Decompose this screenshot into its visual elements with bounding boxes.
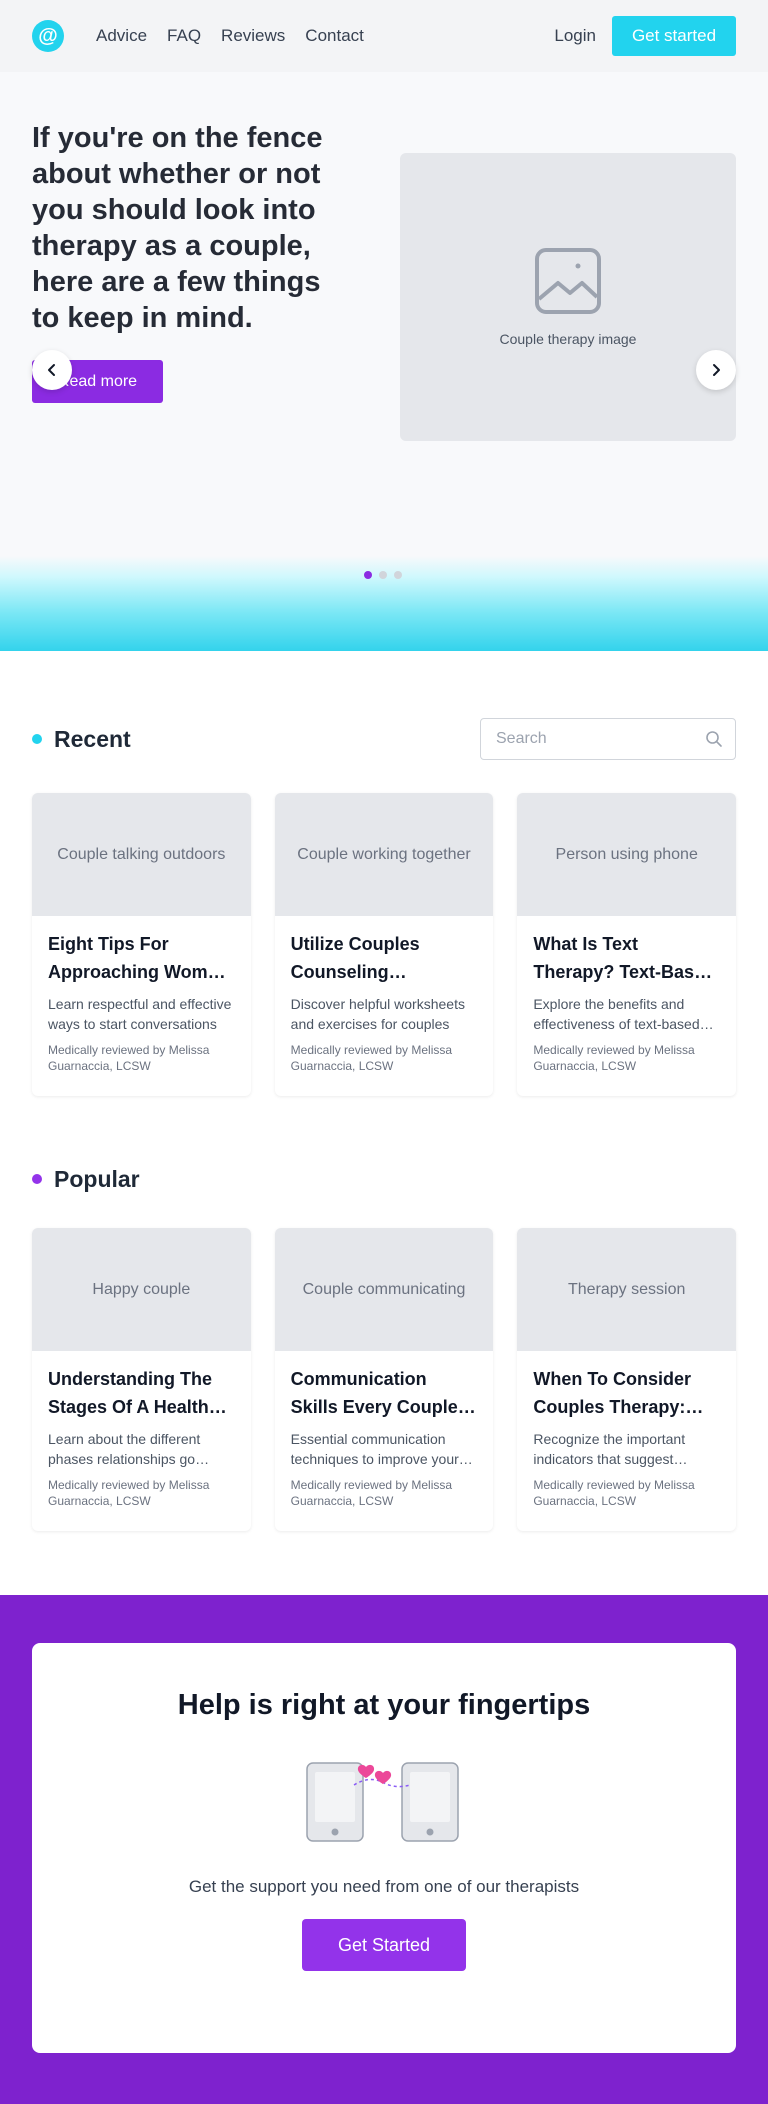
card-description: Learn respectful and effective ways to s… xyxy=(48,996,232,1032)
card-image-placeholder: Person using phone xyxy=(517,793,737,916)
article-card[interactable]: Person using phone What Is Text Therapy?… xyxy=(517,793,737,1096)
card-image-label: Therapy session xyxy=(567,1280,686,1298)
top-nav: @ Advice FAQ Reviews Contact Login Get s… xyxy=(0,0,768,72)
card-image-label: Couple working together xyxy=(297,845,471,863)
nav-link-faq[interactable]: FAQ xyxy=(167,26,201,46)
carousel-dot[interactable] xyxy=(364,571,372,579)
card-description: Discover helpful worksheets and exercise… xyxy=(290,996,465,1032)
article-card[interactable]: Happy couple Understanding The Stages Of… xyxy=(32,1228,251,1531)
nav-link-advice[interactable]: Advice xyxy=(96,26,147,46)
cta-card: Help is right at your fingertips Get the… xyxy=(32,1643,736,2053)
card-reviewer: Medically reviewed by Melissa Guarnaccia… xyxy=(48,1478,210,1508)
card-image-label: Couple talking outdoors xyxy=(57,845,226,863)
card-reviewer: Medically reviewed by Melissa Guarnaccia… xyxy=(290,1043,453,1073)
logo[interactable]: @ xyxy=(32,20,64,52)
login-link[interactable]: Login xyxy=(554,26,596,46)
card-title[interactable]: Communication Skills Every Couple Needs xyxy=(291,1365,479,1421)
cta-section: Help is right at your fingertips Get the… xyxy=(0,1595,768,2104)
card-title[interactable]: When To Consider Couples Therapy: Signs xyxy=(533,1365,721,1421)
card-description: Explore the benefits and effectiveness o… xyxy=(533,996,700,1032)
cta-subtitle: Get the support you need from one of our… xyxy=(188,1877,580,1896)
hero-text: If you're on the fence about whether or … xyxy=(32,120,342,403)
nav-links: Advice FAQ Reviews Contact xyxy=(96,26,364,46)
card-image-placeholder: Therapy session xyxy=(517,1228,737,1351)
search-icon[interactable] xyxy=(705,730,723,748)
carousel-dot[interactable] xyxy=(379,571,387,579)
phones-hearts-illustration xyxy=(306,1762,459,1842)
logo-glyph: @ xyxy=(38,25,58,47)
recent-cards: Couple talking outdoors Eight Tips For A… xyxy=(32,793,737,1096)
popular-cards: Happy couple Understanding The Stages Of… xyxy=(32,1228,737,1531)
recent-section: Recent Couple talking outdoors Eight Tip… xyxy=(0,717,768,1096)
carousel-next-button[interactable] xyxy=(696,350,736,390)
card-title[interactable]: Eight Tips For Approaching Women Respect… xyxy=(48,930,236,986)
cta-get-started-button[interactable]: Get Started xyxy=(302,1919,466,1971)
popular-section: Popular Happy couple Understanding The S… xyxy=(0,1159,768,1531)
popular-header: Popular xyxy=(32,1159,736,1199)
card-reviewer: Medically reviewed by Melissa Guarnaccia… xyxy=(48,1043,210,1073)
card-description: Learn about the different phases relatio… xyxy=(48,1431,201,1467)
article-card[interactable]: Therapy session When To Consider Couples… xyxy=(517,1228,737,1531)
card-reviewer: Medically reviewed by Melissa Guarnaccia… xyxy=(533,1478,695,1508)
article-card[interactable]: Couple communicating Communication Skill… xyxy=(274,1228,494,1531)
hero-carousel: If you're on the fence about whether or … xyxy=(0,72,768,579)
popular-bullet xyxy=(32,1174,42,1184)
chevron-right-icon xyxy=(713,364,720,376)
carousel-dot[interactable] xyxy=(394,571,402,579)
card-image-placeholder: Happy couple xyxy=(32,1228,251,1351)
card-description: Recognize the important indicators that … xyxy=(533,1431,686,1467)
carousel-prev-button[interactable] xyxy=(32,350,72,390)
card-title[interactable]: Understanding The Stages Of A Healthy Re… xyxy=(48,1365,236,1421)
recent-header: Recent xyxy=(32,717,736,761)
card-reviewer: Medically reviewed by Melissa Guarnaccia… xyxy=(290,1478,453,1508)
card-image-placeholder: Couple working together xyxy=(274,793,494,916)
image-icon xyxy=(535,248,601,314)
nav-link-contact[interactable]: Contact xyxy=(305,26,364,46)
hero-image-label: Couple therapy image xyxy=(499,331,637,347)
recent-title: Recent xyxy=(54,725,131,752)
card-image-label: Happy couple xyxy=(92,1280,191,1298)
search-input[interactable] xyxy=(496,730,705,748)
carousel-dots xyxy=(364,571,402,579)
get-started-button[interactable]: Get started xyxy=(612,16,736,56)
recent-bullet xyxy=(32,734,42,744)
card-image-placeholder: Couple talking outdoors xyxy=(32,793,251,916)
nav-link-reviews[interactable]: Reviews xyxy=(221,26,285,46)
chevron-left-icon xyxy=(48,364,55,376)
card-reviewer: Medically reviewed by Melissa Guarnaccia… xyxy=(533,1043,695,1073)
card-description: Essential communication techniques to im… xyxy=(290,1431,459,1467)
card-title[interactable]: Utilize Couples Counseling Worksheets xyxy=(291,930,479,986)
search-box[interactable] xyxy=(480,718,736,760)
article-card[interactable]: Couple working together Utilize Couples … xyxy=(274,793,494,1096)
hero-headline: If you're on the fence about whether or … xyxy=(32,122,323,334)
hero-image-placeholder: Couple therapy image xyxy=(400,153,736,441)
card-title[interactable]: What Is Text Therapy? Text-Based Counsel… xyxy=(533,930,721,986)
article-card[interactable]: Couple talking outdoors Eight Tips For A… xyxy=(32,793,251,1096)
popular-title: Popular xyxy=(54,1165,140,1192)
card-image-placeholder: Couple communicating xyxy=(274,1228,494,1351)
nav-actions: Login Get started xyxy=(554,16,736,56)
cta-title: Help is right at your fingertips xyxy=(177,1689,591,1721)
card-image-label: Person using phone xyxy=(555,845,698,863)
card-image-label: Couple communicating xyxy=(302,1280,466,1298)
